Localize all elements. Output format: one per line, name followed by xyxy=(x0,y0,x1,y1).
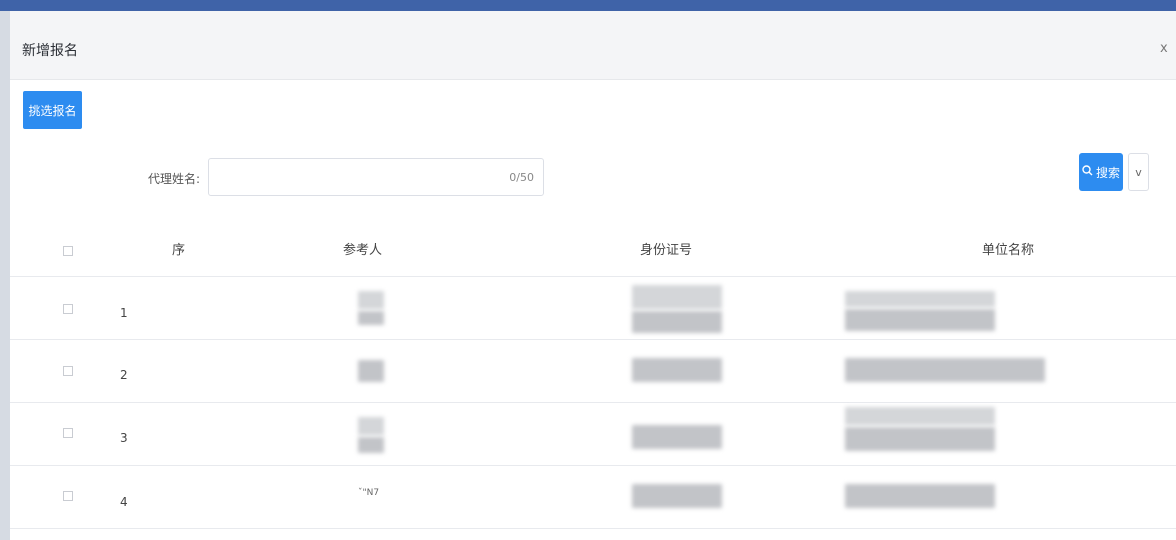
redacted-name xyxy=(358,360,384,382)
row-checkbox[interactable] xyxy=(63,491,73,501)
column-header-index: 序 xyxy=(172,243,186,258)
chevron-down-icon: v xyxy=(1135,165,1142,179)
agent-name-input[interactable] xyxy=(217,167,501,189)
redacted-id xyxy=(632,425,722,449)
redacted-name xyxy=(358,311,384,325)
redacted-unit xyxy=(845,291,995,307)
redacted-unit xyxy=(845,309,995,331)
search-button[interactable]: 搜索 xyxy=(1079,153,1123,191)
partial-name-text: ˇ"N7 xyxy=(358,488,380,498)
redaction-smudge xyxy=(390,350,550,370)
row-index: 1 xyxy=(120,306,128,320)
redacted-id xyxy=(632,311,722,333)
redacted-name xyxy=(358,291,384,309)
redacted-id xyxy=(632,358,722,382)
table-row[interactable]: 2 xyxy=(10,340,1176,403)
dialog-title: 新增报名 xyxy=(22,43,78,59)
background-left-edge xyxy=(0,11,10,540)
column-header-id-number: 身份证号 xyxy=(640,243,693,258)
column-header-examinee: 参考人 xyxy=(343,243,383,258)
add-registration-dialog: 新增报名 x 挑选报名 代理姓名: 0/50 搜索 v 序 参考人 身份证号 单… xyxy=(10,11,1176,540)
close-button[interactable]: x xyxy=(1160,40,1168,58)
table-row[interactable]: 4 ˇ"N7 xyxy=(10,466,1176,529)
row-checkbox[interactable] xyxy=(63,428,73,438)
column-header-unit-name: 单位名称 xyxy=(982,243,1035,258)
redacted-id xyxy=(632,484,722,508)
row-checkbox[interactable] xyxy=(63,366,73,376)
redacted-name xyxy=(358,417,384,435)
background-topbar xyxy=(0,0,1176,11)
redacted-unit xyxy=(845,407,995,425)
agent-name-label: 代理姓名: xyxy=(148,172,201,186)
redacted-id xyxy=(632,285,722,309)
table-row[interactable]: 1 xyxy=(10,277,1176,340)
row-index: 3 xyxy=(120,431,128,445)
agent-name-field[interactable]: 0/50 xyxy=(208,158,544,196)
expand-filter-button[interactable]: v xyxy=(1128,153,1149,191)
pick-registration-button[interactable]: 挑选报名 xyxy=(23,91,82,129)
table-header: 序 参考人 身份证号 单位名称 xyxy=(10,226,1176,277)
redacted-unit xyxy=(845,484,995,508)
table-row[interactable]: 3 xyxy=(10,403,1176,466)
row-index: 4 xyxy=(120,495,128,509)
search-icon xyxy=(1082,165,1093,179)
row-checkbox[interactable] xyxy=(63,304,73,314)
redacted-unit xyxy=(845,427,995,451)
character-counter: 0/50 xyxy=(509,171,534,184)
redacted-name xyxy=(358,437,384,453)
select-all-checkbox[interactable] xyxy=(63,246,73,256)
dialog-header: 新增报名 x xyxy=(10,11,1176,80)
search-button-label: 搜索 xyxy=(1095,165,1120,180)
row-index: 2 xyxy=(120,368,128,382)
redacted-unit xyxy=(845,358,1045,382)
